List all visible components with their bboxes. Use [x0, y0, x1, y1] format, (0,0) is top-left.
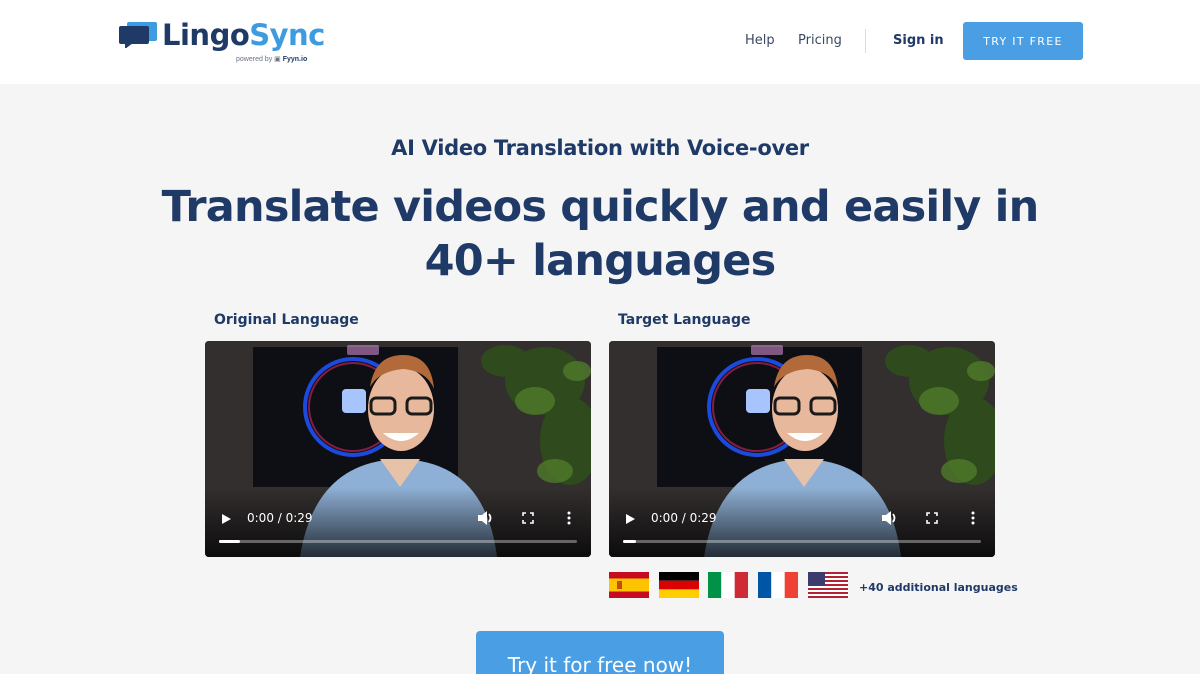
try-free-now-button[interactable]: Try it for free now! — [476, 631, 724, 674]
play-icon[interactable] — [222, 514, 231, 524]
original-video-player[interactable]: 0:00 / 0:29 — [205, 341, 591, 557]
additional-languages-text: +40 additional languages — [859, 581, 1018, 594]
site-header: LingoSync powered by ▣ Fyyn.io Help Pric… — [0, 0, 1200, 84]
target-language-label: Target Language — [618, 312, 751, 328]
video-progress-bar[interactable] — [623, 540, 981, 543]
sign-in-link[interactable]: Sign in — [893, 33, 944, 48]
usa-flag-icon — [808, 572, 848, 598]
italy-flag-icon — [708, 572, 748, 598]
nav-help-link[interactable]: Help — [745, 33, 775, 48]
original-language-label: Original Language — [214, 312, 359, 328]
play-icon[interactable] — [626, 514, 635, 524]
lingosync-logo[interactable]: LingoSync powered by ▣ Fyyn.io — [119, 18, 325, 68]
nav-divider — [865, 29, 866, 53]
fullscreen-icon[interactable] — [522, 512, 534, 524]
volume-icon[interactable] — [881, 510, 899, 526]
spain-flag-icon — [609, 572, 649, 598]
video-time: 0:00 / 0:29 — [651, 511, 717, 525]
volume-icon[interactable] — [477, 510, 495, 526]
try-it-free-button[interactable]: TRY IT FREE — [963, 22, 1083, 60]
more-options-icon[interactable] — [971, 511, 975, 525]
chat-bubbles-icon — [119, 22, 157, 48]
video-progress-fill — [219, 540, 241, 543]
video-controls: 0:00 / 0:29 — [609, 487, 995, 557]
fullscreen-icon[interactable] — [926, 512, 938, 524]
powered-by: powered by ▣ Fyyn.io — [236, 56, 308, 63]
nav-pricing-link[interactable]: Pricing — [798, 33, 842, 48]
video-progress-bar[interactable] — [219, 540, 577, 543]
logo-text-part2: Sync — [249, 18, 325, 52]
video-controls: 0:00 / 0:29 — [205, 487, 591, 557]
powered-by-prefix: powered by — [236, 56, 273, 63]
powered-by-brand: Fyyn.io — [282, 56, 308, 63]
video-time: 0:00 / 0:29 — [247, 511, 313, 525]
video-progress-fill — [623, 540, 636, 543]
hero-subtitle: AI Video Translation with Voice-over — [391, 136, 809, 160]
germany-flag-icon — [659, 572, 699, 598]
target-video-player[interactable]: 0:00 / 0:29 — [609, 341, 995, 557]
more-options-icon[interactable] — [567, 511, 571, 525]
hero-headline: Translate videos quickly and easily in 4… — [161, 182, 1040, 286]
france-flag-icon — [758, 572, 798, 598]
logo-wordmark: LingoSync — [162, 18, 325, 52]
logo-text-part1: Lingo — [162, 18, 250, 52]
